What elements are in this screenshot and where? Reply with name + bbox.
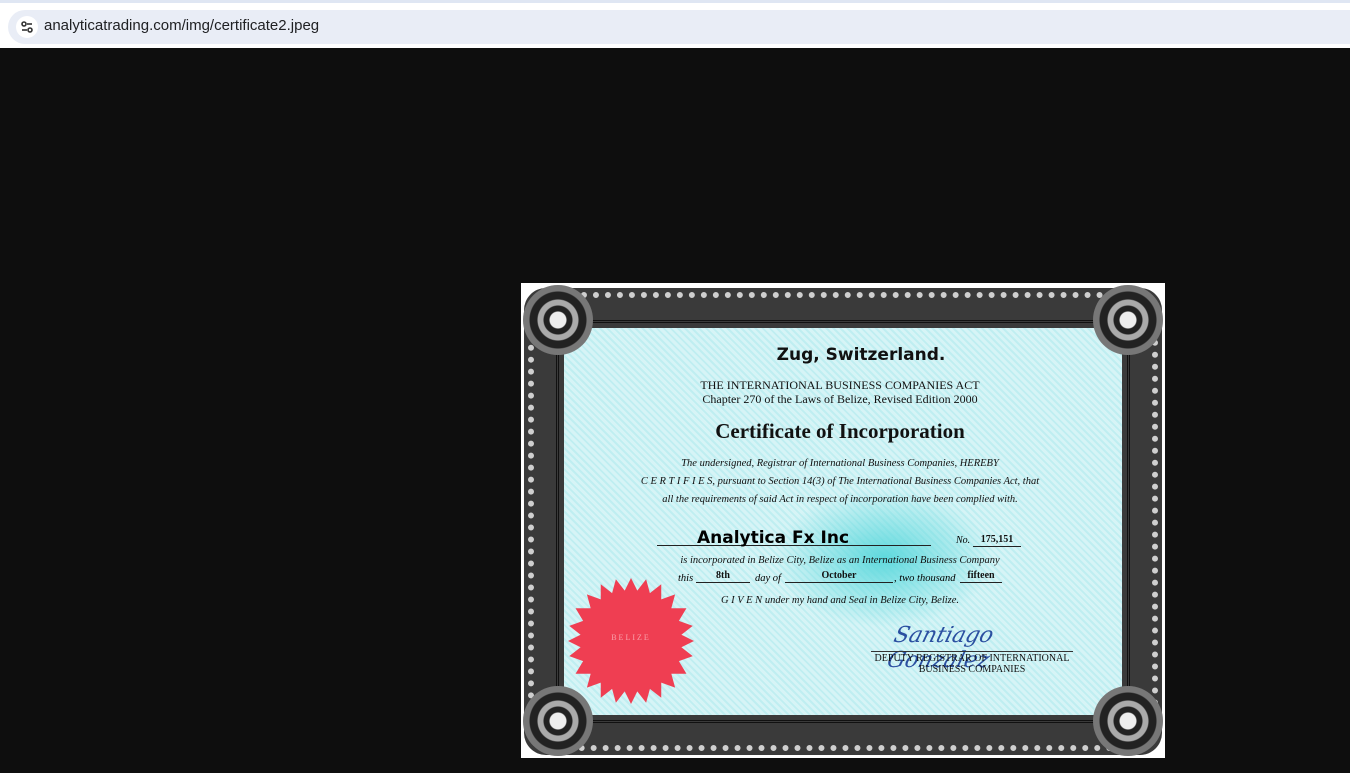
act-chapter: Chapter 270 of the Laws of Belize, Revis… — [702, 392, 978, 406]
body-text: The undersigned, Registrar of Internatio… — [681, 458, 999, 469]
browser-toolbar: analyticatrading.com/img/certificate2.jp… — [0, 0, 1350, 48]
act-title: THE INTERNATIONAL BUSINESS COMPANIES ACT — [700, 378, 980, 392]
signatory-title: DEPUTY REGISTRAR OF INTERNATIONAL — [874, 653, 1070, 664]
this-label: this — [678, 573, 694, 584]
seal-text: BELIZE — [611, 633, 651, 642]
corner-ornament — [1093, 686, 1163, 756]
signatory-title: BUSINESS COMPANIES — [918, 664, 1026, 675]
body-text: is incorporated in Belize City, Belize a… — [680, 555, 1000, 566]
no-label: No. — [956, 535, 971, 546]
certificate-image: Zug, Switzerland. THE INTERNATIONAL BUSI… — [521, 283, 1165, 758]
two-thousand-label: , two thousand — [894, 573, 956, 584]
certificate-title: Certificate of Incorporation — [715, 419, 965, 443]
company-name: Analytica Fx Inc — [696, 528, 850, 548]
location: Zug, Switzerland. — [776, 345, 946, 365]
year-value: fifteen — [967, 570, 995, 581]
tune-icon[interactable] — [16, 16, 38, 38]
month-value: October — [821, 570, 857, 581]
url-text[interactable]: analyticatrading.com/img/certificate2.jp… — [44, 17, 319, 34]
address-bar[interactable]: analyticatrading.com/img/certificate2.jp… — [8, 10, 1350, 44]
body-text: C E R T I F I E S, pursuant to Section 1… — [640, 476, 1040, 487]
corner-ornament — [523, 686, 593, 756]
day-value: 8th — [716, 570, 730, 581]
day-of-label: day of — [755, 573, 781, 584]
certificate-number: 175,151 — [980, 534, 1014, 545]
body-text: all the requirements of said Act in resp… — [662, 494, 1018, 505]
